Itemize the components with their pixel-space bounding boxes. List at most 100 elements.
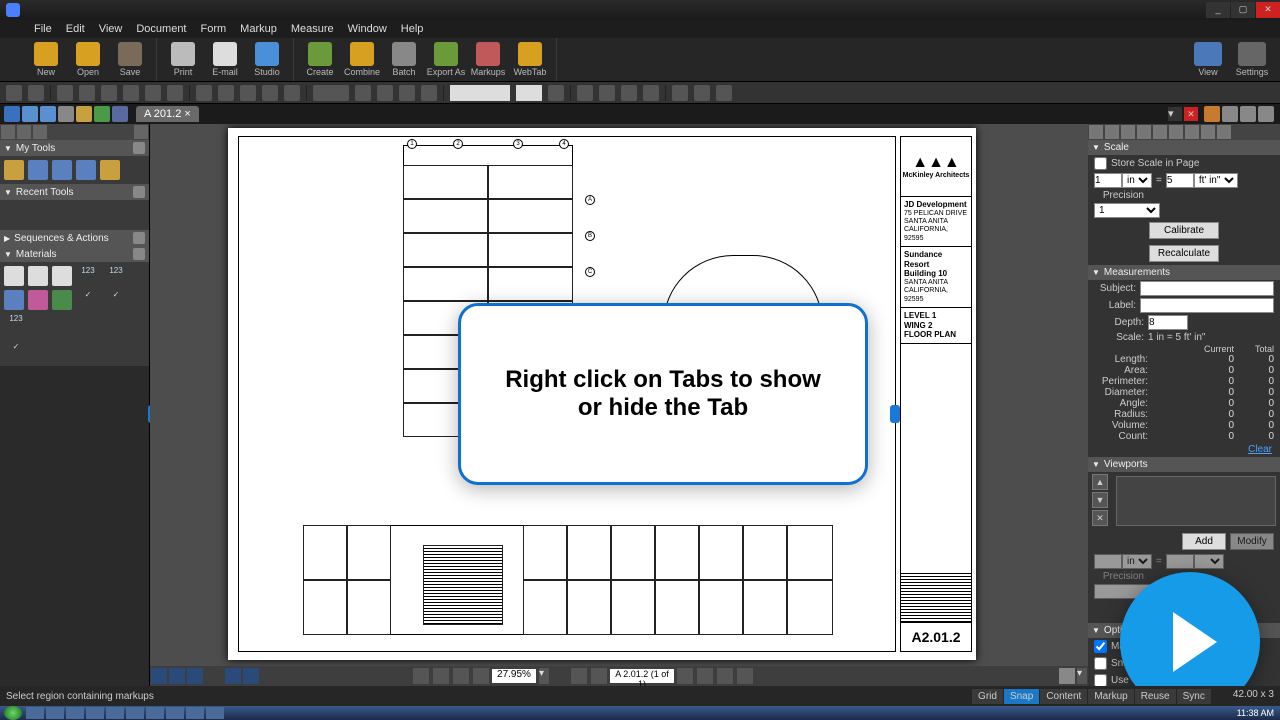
textalign-icon[interactable] — [716, 85, 732, 101]
measure-tool-icon[interactable] — [1185, 125, 1199, 139]
last-page-icon[interactable] — [697, 668, 713, 684]
menu-measure[interactable]: Measure — [291, 23, 334, 35]
nav-icon[interactable] — [151, 668, 167, 684]
taskbar-app-icon[interactable] — [126, 707, 144, 719]
bold-icon[interactable] — [577, 85, 593, 101]
material-icon[interactable] — [4, 266, 24, 286]
nav-icon[interactable] — [169, 668, 185, 684]
vp-down-icon[interactable]: ▼ — [1092, 492, 1108, 508]
scale-header[interactable]: ▼Scale — [1088, 140, 1280, 155]
material-icon[interactable] — [28, 290, 48, 310]
new-button[interactable]: New — [26, 41, 66, 78]
align-icon[interactable] — [421, 85, 437, 101]
tool-icon[interactable] — [52, 160, 72, 180]
menu-form[interactable]: Form — [201, 23, 227, 35]
measure-tool-icon[interactable] — [1105, 125, 1119, 139]
nav-icon[interactable] — [225, 668, 241, 684]
tab-strip[interactable]: A 201.2 × ▾ ✕ — [0, 104, 1280, 124]
gear-icon[interactable] — [134, 125, 148, 139]
taskbar-app-icon[interactable] — [206, 707, 224, 719]
recalculate-button[interactable]: Recalculate — [1149, 245, 1219, 262]
opt-sn-checkbox[interactable] — [1094, 656, 1107, 671]
taskbar-app-icon[interactable] — [26, 707, 44, 719]
gear-icon[interactable] — [133, 186, 145, 198]
measure-tool-icon[interactable] — [1153, 125, 1167, 139]
nav-icon[interactable] — [187, 668, 203, 684]
scale-to-input[interactable] — [1166, 173, 1194, 188]
maximize-button[interactable]: ▢ — [1231, 2, 1255, 18]
shape-icon[interactable] — [262, 85, 278, 101]
menu-view[interactable]: View — [99, 23, 123, 35]
menu-expand-icon[interactable] — [10, 41, 24, 78]
tool-icon[interactable] — [76, 160, 96, 180]
store-scale-checkbox[interactable] — [1094, 156, 1107, 171]
measure-tool-icon[interactable] — [1121, 125, 1135, 139]
pen-icon[interactable] — [196, 85, 212, 101]
font-color-icon[interactable] — [548, 85, 564, 101]
tool-icon[interactable] — [4, 160, 24, 180]
start-button[interactable] — [4, 706, 22, 720]
viewports-header[interactable]: ▼Viewports — [1088, 457, 1280, 472]
scale-to-unit[interactable]: ft' in" — [1194, 173, 1238, 188]
hand-icon[interactable] — [413, 668, 429, 684]
measure-tool-icon[interactable] — [1137, 125, 1151, 139]
print-button[interactable]: Print — [163, 41, 203, 78]
taskbar-app-icon[interactable] — [66, 707, 84, 719]
tool-icon[interactable] — [28, 160, 48, 180]
right-panel-icon[interactable] — [1222, 106, 1238, 122]
text-select-icon[interactable] — [473, 668, 489, 684]
measurements-header[interactable]: ▼Measurements — [1088, 265, 1280, 280]
copy-icon[interactable] — [79, 85, 95, 101]
user-icon[interactable] — [1059, 668, 1075, 684]
gear-icon[interactable] — [133, 232, 145, 244]
toolchest-tab-icon[interactable] — [1, 125, 15, 139]
erase-icon[interactable] — [240, 85, 256, 101]
check-icon[interactable]: ✓ — [76, 290, 100, 310]
highlight-icon[interactable] — [218, 85, 234, 101]
prev-view-icon[interactable] — [717, 668, 733, 684]
system-clock[interactable]: 11:38 AM — [1237, 708, 1280, 718]
undo-icon[interactable] — [6, 85, 22, 101]
recent-header[interactable]: ▼Recent Tools — [0, 184, 149, 200]
right-panel-icon[interactable] — [1240, 106, 1256, 122]
vp-from-input[interactable] — [1094, 554, 1122, 569]
paste-icon[interactable] — [101, 85, 117, 101]
page-input[interactable]: A 2.01.2 (1 of 1) — [610, 669, 674, 683]
align-icon[interactable] — [355, 85, 371, 101]
exportas-button[interactable]: Export As — [426, 41, 466, 78]
material-icon[interactable] — [52, 266, 72, 286]
material-icon[interactable] — [52, 290, 72, 310]
shape-icon[interactable] — [284, 85, 300, 101]
save-button[interactable]: Save — [110, 41, 150, 78]
toolchest-tab-icon[interactable] — [17, 125, 31, 139]
precision-select[interactable]: 1 — [1094, 203, 1160, 218]
menu-help[interactable]: Help — [401, 23, 424, 35]
label-input[interactable] — [1140, 298, 1274, 313]
taskbar-app-icon[interactable] — [106, 707, 124, 719]
menu-window[interactable]: Window — [348, 23, 387, 35]
tool-icon[interactable] — [123, 85, 139, 101]
panel-toggle-icon[interactable] — [4, 106, 20, 122]
redo-icon[interactable] — [28, 85, 44, 101]
zoom-input[interactable]: 27.95% — [492, 669, 536, 683]
font-selector[interactable] — [450, 85, 510, 101]
next-page-icon[interactable] — [677, 668, 693, 684]
tool-icon[interactable] — [145, 85, 161, 101]
textalign-icon[interactable] — [672, 85, 688, 101]
taskbar-app-icon[interactable] — [146, 707, 164, 719]
taskbar-app-icon[interactable] — [166, 707, 184, 719]
add-viewport-button[interactable]: Add — [1182, 533, 1226, 550]
tool-icon[interactable] — [167, 85, 183, 101]
batch-button[interactable]: Batch — [384, 41, 424, 78]
taskbar-app-icon[interactable] — [46, 707, 64, 719]
thumbnails-icon[interactable] — [22, 106, 38, 122]
toolchest-tab-icon[interactable] — [33, 125, 47, 139]
spaces-icon[interactable] — [76, 106, 92, 122]
cut-icon[interactable] — [57, 85, 73, 101]
zoom-icon[interactable] — [453, 668, 469, 684]
depth-input[interactable] — [1148, 315, 1188, 330]
clear-link[interactable]: Clear — [1088, 442, 1280, 457]
sync-toggle[interactable]: Sync — [1177, 689, 1211, 704]
vp-from-unit[interactable]: in — [1122, 554, 1152, 569]
create-button[interactable]: Create — [300, 41, 340, 78]
